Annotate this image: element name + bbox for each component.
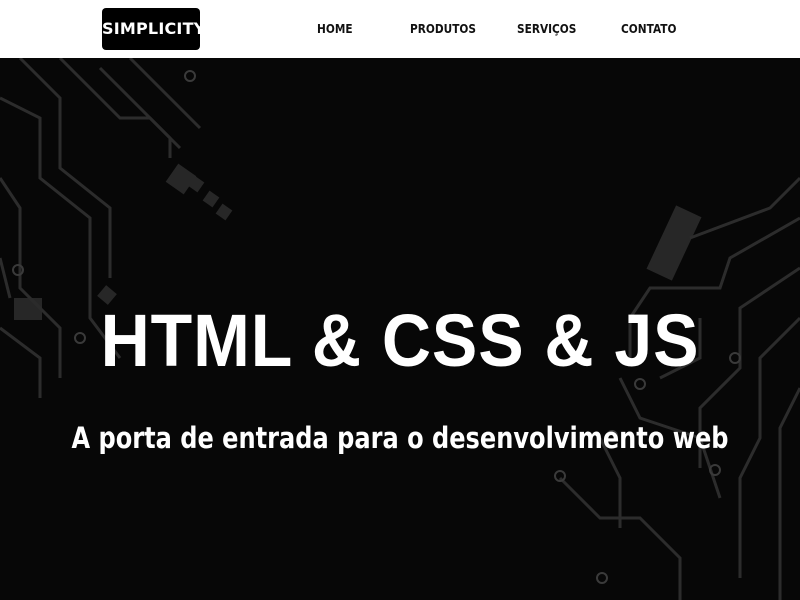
nav-produtos-link[interactable]: PRODUTOS (410, 0, 476, 58)
hero-headline: HTML & CSS & JS (100, 298, 700, 382)
site-logo[interactable]: SIMPLICITY (102, 8, 205, 50)
main-nav: HOME PRODUTOS SERVIÇOS CONTATO (300, 0, 720, 58)
hero-section: HTML & CSS & JS A porta de entrada para … (0, 58, 800, 600)
nav-contato-link[interactable]: CONTATO (621, 0, 676, 58)
hero-subtitle: A porta de entrada para o desenvolviment… (71, 421, 729, 455)
nav-home-link[interactable]: HOME (317, 0, 353, 58)
nav-servicos-link[interactable]: SERVIÇOS (517, 0, 576, 58)
site-header: SIMPLICITY HOME PRODUTOS SERVIÇOS CONTAT… (0, 0, 800, 58)
